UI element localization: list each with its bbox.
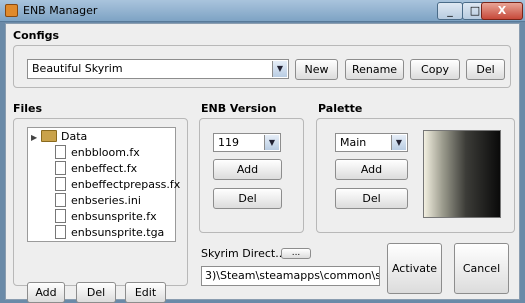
expand-toggle-icon[interactable]: ▶ (31, 130, 41, 146)
copy-config-button[interactable]: Copy (410, 59, 460, 80)
file-name: enbeffect.fx (71, 162, 138, 175)
configs-label: Configs (13, 29, 60, 42)
files-label: Files (13, 102, 43, 115)
add-enb-version-button[interactable]: Add (213, 159, 282, 180)
file-icon (55, 193, 66, 207)
file-name: enbsunsprite.tga (71, 226, 165, 239)
enb-version-group: 119 ▼ Add Del (199, 118, 304, 233)
list-item[interactable]: enbsunsprite.fx (55, 209, 157, 225)
configs-group: Beautiful Skyrim ▼ New Rename Copy Del (13, 45, 511, 88)
palette-select[interactable]: Main ▼ (335, 133, 408, 152)
enb-version-label: ENB Version (201, 102, 277, 115)
list-item[interactable]: enbeffectprepass.fx (55, 177, 180, 193)
file-name: enbbloom.fx (71, 146, 140, 159)
files-tree[interactable]: ▶ Data enbbloom.fx enbeffect.fx enbeffect… (27, 127, 180, 242)
window-title: ENB Manager (23, 4, 98, 17)
file-icon (55, 225, 66, 239)
close-button[interactable]: X (481, 2, 523, 20)
skyrim-directory-field[interactable]: 3)\Steam\steamapps\common\skyrim (201, 266, 380, 286)
folder-label: Data (61, 130, 88, 143)
app-icon (5, 4, 18, 17)
file-name: enbeffectprepass.fx (71, 178, 181, 191)
palette-label: Palette (318, 102, 363, 115)
list-item[interactable]: enbbloom.fx (55, 145, 140, 161)
enb-version-select[interactable]: 119 ▼ (213, 133, 281, 152)
list-item[interactable]: enbsunsprite.tga (55, 225, 164, 241)
del-palette-button[interactable]: Del (335, 188, 408, 209)
palette-value: Main (340, 136, 367, 149)
browse-directory-button[interactable]: ... (281, 248, 311, 259)
file-name: enbsunsprite.fx (71, 210, 157, 223)
activate-button[interactable]: Activate (387, 243, 442, 294)
file-icon (55, 209, 66, 223)
title-bar[interactable]: ENB Manager _ □ X (0, 0, 525, 22)
config-select[interactable]: Beautiful Skyrim ▼ (27, 59, 289, 79)
file-name: enbseries.ini (71, 194, 141, 207)
del-config-button[interactable]: Del (466, 59, 505, 80)
minimize-button[interactable]: _ (437, 2, 463, 20)
new-config-button[interactable]: New (295, 59, 338, 80)
add-palette-button[interactable]: Add (335, 159, 408, 180)
list-item[interactable]: enbeffect.fx (55, 161, 137, 177)
config-select-value: Beautiful Skyrim (32, 62, 123, 75)
files-group: ▶ Data enbbloom.fx enbeffect.fx enbeffect… (13, 118, 188, 303)
enb-version-value: 119 (218, 136, 239, 149)
cancel-button[interactable]: Cancel (454, 243, 509, 294)
skyrim-directory-label: Skyrim Direct... (201, 247, 286, 260)
file-icon (55, 161, 66, 175)
file-icon (55, 145, 66, 159)
tree-folder-data[interactable]: ▶ Data (31, 129, 87, 145)
file-icon (55, 177, 66, 191)
rename-config-button[interactable]: Rename (345, 59, 404, 80)
main-content: Configs Beautiful Skyrim ▼ New Rename Co… (5, 23, 520, 303)
list-item[interactable]: enbseries.ini (55, 193, 141, 209)
palette-group: Main ▼ Add Del (316, 118, 515, 233)
palette-preview-image (423, 130, 501, 218)
folder-icon (41, 130, 57, 142)
chevron-down-icon: ▼ (264, 135, 279, 150)
chevron-down-icon: ▼ (391, 135, 406, 150)
chevron-down-icon: ▼ (272, 61, 287, 77)
del-enb-version-button[interactable]: Del (213, 188, 282, 209)
